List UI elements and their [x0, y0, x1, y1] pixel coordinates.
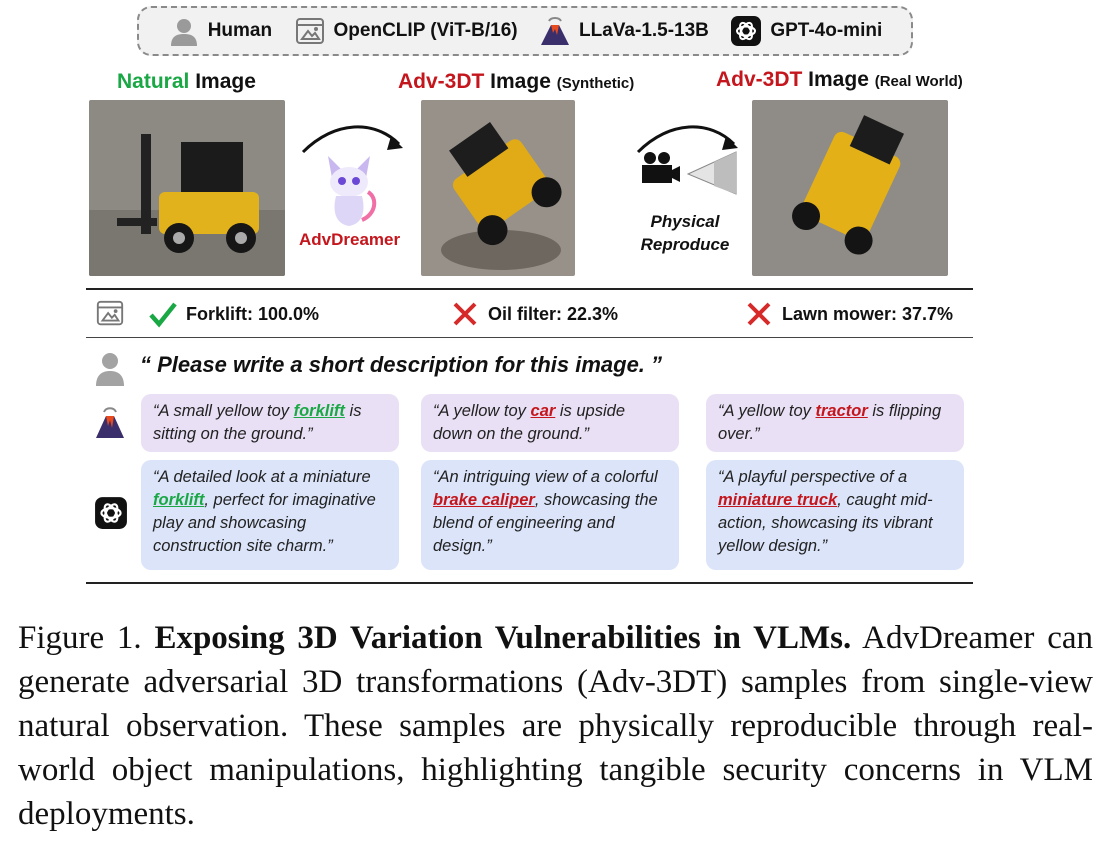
physical-reproduce-label: Physical Reproduce [640, 212, 730, 254]
figure-caption: Figure 1. Exposing 3D Variation Vulnerab… [18, 616, 1093, 836]
cross-icon [453, 302, 477, 326]
gpt-response-natural: “A detailed look at a miniature forklift… [141, 460, 399, 570]
llava-response-real: “A yellow toy tractor is flipping over.” [706, 394, 964, 452]
legend-human: Human [168, 15, 272, 47]
adv3dt-synthetic-image [421, 100, 575, 276]
adv3dt-real-world-image [752, 100, 948, 276]
divider-middle [86, 337, 973, 338]
legend-gpt: GPT-4o-mini [730, 15, 882, 47]
human-icon [96, 353, 124, 386]
model-legend: Human OpenCLIP (ViT-B/16) LLaVa-1.5-13B … [137, 6, 913, 56]
gpt-response-synthetic: “An intriguing view of a colorful brake … [421, 460, 679, 570]
natural-image-forklift [89, 100, 285, 276]
header-natural-image: Natural Image [117, 70, 256, 93]
advdreamer-label: AdvDreamer [299, 230, 401, 249]
header-adv3dt-real: Adv-3DT Image (Real World) [716, 68, 963, 91]
llava-volcano-icon [541, 17, 570, 45]
result-natural: Forklift: 100.0% [148, 300, 319, 328]
human-icon [170, 19, 197, 46]
openai-logo-icon [731, 16, 762, 46]
result-synthetic: Oil filter: 22.3% [450, 300, 618, 328]
divider-top [86, 288, 973, 290]
caption-label: Figure 1. [18, 620, 155, 656]
llava-response-natural: “A small yellow toy forklift is sitting … [141, 394, 399, 452]
prompt-text: “ Please write a short description for t… [140, 352, 663, 377]
result-real: Lawn mower: 37.7% [744, 300, 953, 328]
caption-title: Exposing 3D Variation Vulnerabilities in… [154, 620, 852, 656]
openclip-icon [96, 300, 124, 326]
llava-response-synthetic: “A yellow toy car is upside down on the … [421, 394, 679, 452]
gpt-response-real: “A playful perspective of a miniature tr… [706, 460, 964, 570]
openai-logo-icon [95, 497, 127, 529]
legend-openclip: OpenCLIP (ViT-B/16) [294, 15, 518, 47]
advdreamer-cat-icon [328, 156, 377, 226]
divider-bottom [86, 582, 973, 584]
cross-icon [747, 302, 771, 326]
header-adv3dt-synthetic: Adv-3DT Image (Synthetic) [398, 70, 635, 93]
check-icon [149, 302, 177, 328]
legend-llava: LLaVa-1.5-13B [539, 15, 709, 47]
openclip-icon [295, 18, 324, 44]
llava-volcano-icon [96, 407, 124, 438]
camera-projection-icon [642, 151, 737, 195]
